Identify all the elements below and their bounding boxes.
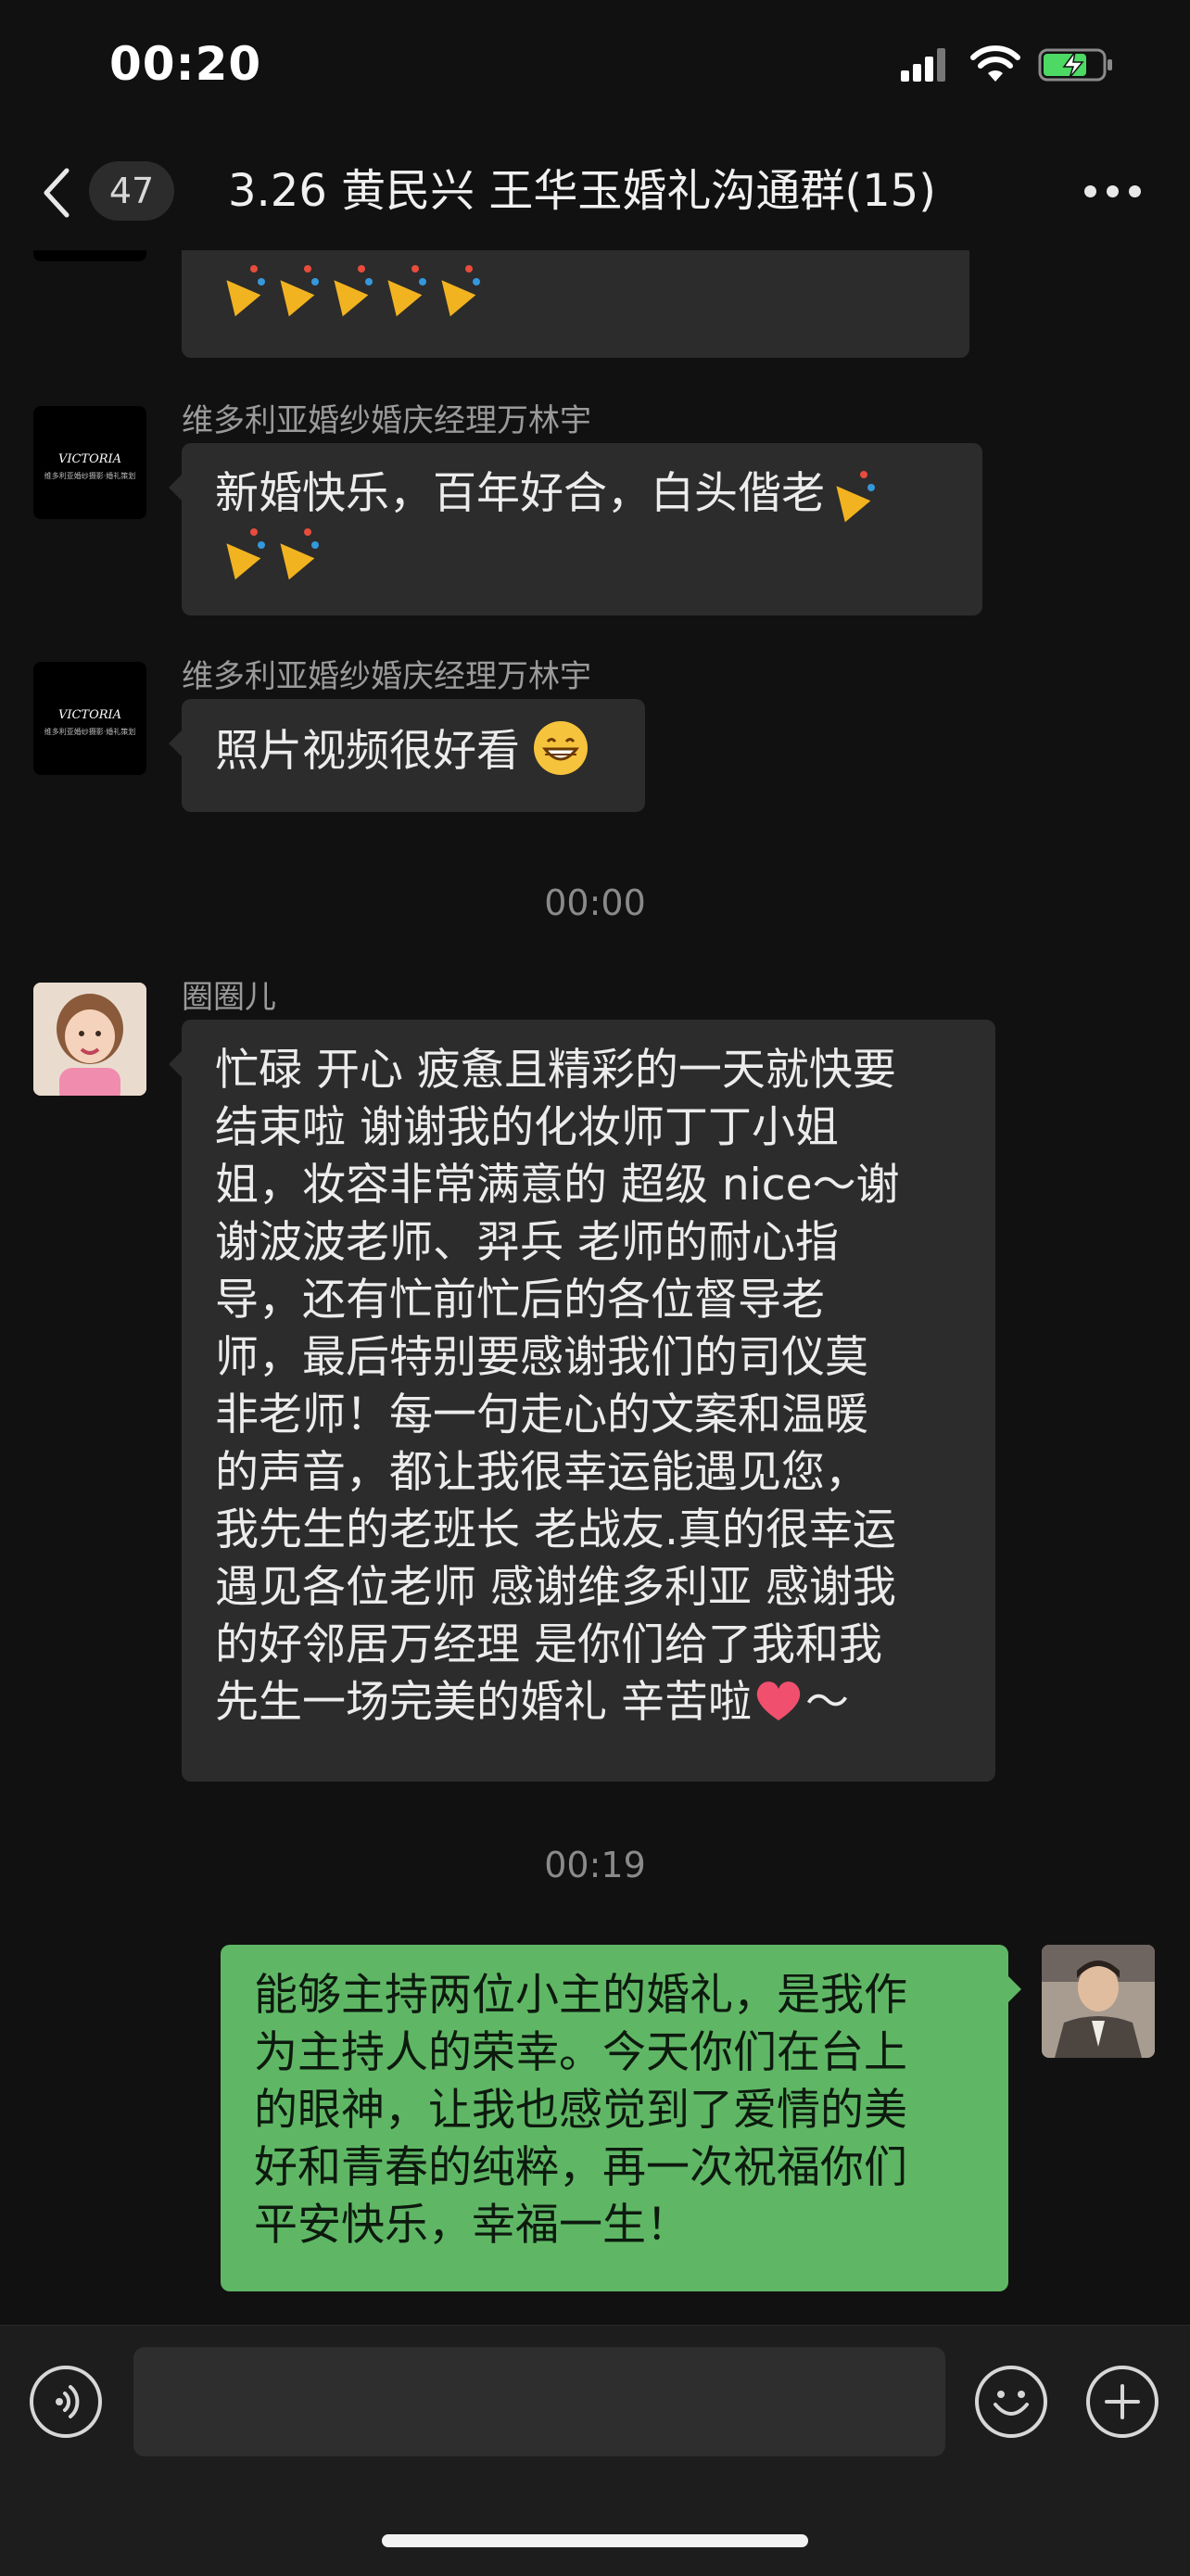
party-popper-icon <box>267 261 323 317</box>
message-bubble[interactable]: 照片视频很好看 <box>169 699 645 812</box>
message-text: 视频拍摄好啦！祝福二位新婚快乐 <box>215 250 936 260</box>
avatar-logo-subtitle: 维多利亚婚纱摄影·婚礼策划 <box>44 472 136 480</box>
message-line: 谢波波老师、羿兵 老师的耐心指 <box>215 1217 839 1268</box>
message-timestamp: 00:00 <box>544 882 646 923</box>
message-timestamp: 00:19 <box>544 1845 646 1885</box>
message-line: 好和青春的纯粹，再一次祝福你们 <box>254 2142 907 2193</box>
home-indicator[interactable] <box>382 2534 808 2547</box>
sender-name: 维多利亚婚纱婚庆经理万林宇 <box>182 658 591 695</box>
heart-icon <box>752 1676 805 1724</box>
unread-count-badge[interactable]: 47 <box>89 161 174 221</box>
message-line: 遇见各位老师 感谢维多利亚 感谢我 <box>215 1562 896 1613</box>
grinning-face-icon <box>533 721 588 775</box>
message-input[interactable] <box>133 2347 945 2456</box>
sender-name: 圈圈儿 <box>182 979 276 1016</box>
voice-icon[interactable] <box>30 2366 102 2438</box>
message-line: 平安快乐，幸福一生！ <box>254 2200 690 2251</box>
back-chevron-icon[interactable] <box>39 165 76 221</box>
emoji-icon[interactable] <box>975 2366 1047 2438</box>
party-popper-icon <box>213 261 269 317</box>
wifi-icon <box>970 45 1020 82</box>
message-line: 能够主持两位小主的婚礼，是我作 <box>254 1970 907 2021</box>
party-popper-icon <box>428 261 484 317</box>
chat-title: 3.26 黄民兴 王华玉婚礼沟通群(15) <box>228 165 936 217</box>
party-popper-icon <box>267 525 323 580</box>
message-line: 我先生的老班长 老战友.真的很幸运 <box>215 1504 896 1555</box>
message-line: 的好邻居万经理 是你们给了我和我 <box>215 1619 882 1670</box>
sender-name: 维多利亚婚纱婚庆经理万林宇 <box>182 402 591 439</box>
message-line: 忙碌 开心 疲惫且精彩的一天就快要 <box>215 1045 896 1096</box>
party-popper-icon <box>823 467 879 523</box>
battery-charging-icon <box>1038 48 1112 82</box>
avatar-logo-text: VICTORIA <box>57 708 122 722</box>
message-line: 师，最后特别要感谢我们的司仪莫 <box>215 1332 868 1383</box>
party-popper-icon <box>213 525 269 580</box>
party-popper-icon <box>321 261 376 317</box>
add-icon[interactable] <box>1086 2366 1158 2438</box>
message-bubble[interactable]: 忙碌 开心 疲惫且精彩的一天就快要 结束啦 谢谢我的化妆师丁丁小姐 姐，妆容非常… <box>169 1020 995 1782</box>
party-popper-icon <box>374 261 430 317</box>
chat-message-list[interactable]: 视频拍摄好啦！祝福二位新婚快乐 VICTORIA 维多利亚婚纱摄影·婚礼策划 维… <box>0 250 1190 2325</box>
avatar-logo-text: VICTORIA <box>57 452 122 466</box>
status-time: 00:20 <box>109 37 262 91</box>
message-bubble-self[interactable]: 能够主持两位小主的婚礼，是我作 为主持人的荣幸。今天你们在台上 的眼神，让我也感… <box>221 1945 1021 2291</box>
avatar[interactable] <box>33 250 146 261</box>
message-line: 结束啦 谢谢我的化妆师丁丁小姐 <box>215 1102 839 1153</box>
message-bubble[interactable]: 视频拍摄好啦！祝福二位新婚快乐 <box>182 250 969 358</box>
cellular-signal-icon <box>901 48 947 82</box>
party-popper-emoji-row <box>213 260 936 317</box>
message-line: 先生一场完美的婚礼 辛苦啦 <box>215 1677 752 1728</box>
message-line: 为主持人的荣幸。今天你们在台上 <box>254 2027 907 2078</box>
message-line-end: ～ <box>804 1677 849 1728</box>
message-line: 非老师！每一句走心的文案和温暖 <box>215 1390 868 1440</box>
message-line: 的声音，都让我很幸运能遇见您， <box>215 1447 868 1498</box>
avatar[interactable]: VICTORIA 维多利亚婚纱摄影·婚礼策划 <box>33 406 146 519</box>
avatar[interactable] <box>1042 1945 1155 2058</box>
message-line: 导，还有忙前忙后的各位督导老 <box>215 1275 825 1326</box>
avatar[interactable] <box>33 983 146 1096</box>
avatar-logo-subtitle: 维多利亚婚纱摄影·婚礼策划 <box>44 728 136 736</box>
message-text: 新婚快乐，百年好合，白头偕老 <box>215 468 825 519</box>
message-bubble[interactable]: 新婚快乐，百年好合，白头偕老 <box>169 443 982 615</box>
message-line: 姐，妆容非常满意的 超级 nice～谢 <box>215 1160 900 1211</box>
avatar[interactable]: VICTORIA 维多利亚婚纱摄影·婚礼策划 <box>33 662 146 775</box>
message-line: 的眼神，让我也感觉到了爱情的美 <box>254 2085 907 2136</box>
message-text: 照片视频很好看 <box>215 726 520 777</box>
more-icon[interactable] <box>1084 185 1141 200</box>
